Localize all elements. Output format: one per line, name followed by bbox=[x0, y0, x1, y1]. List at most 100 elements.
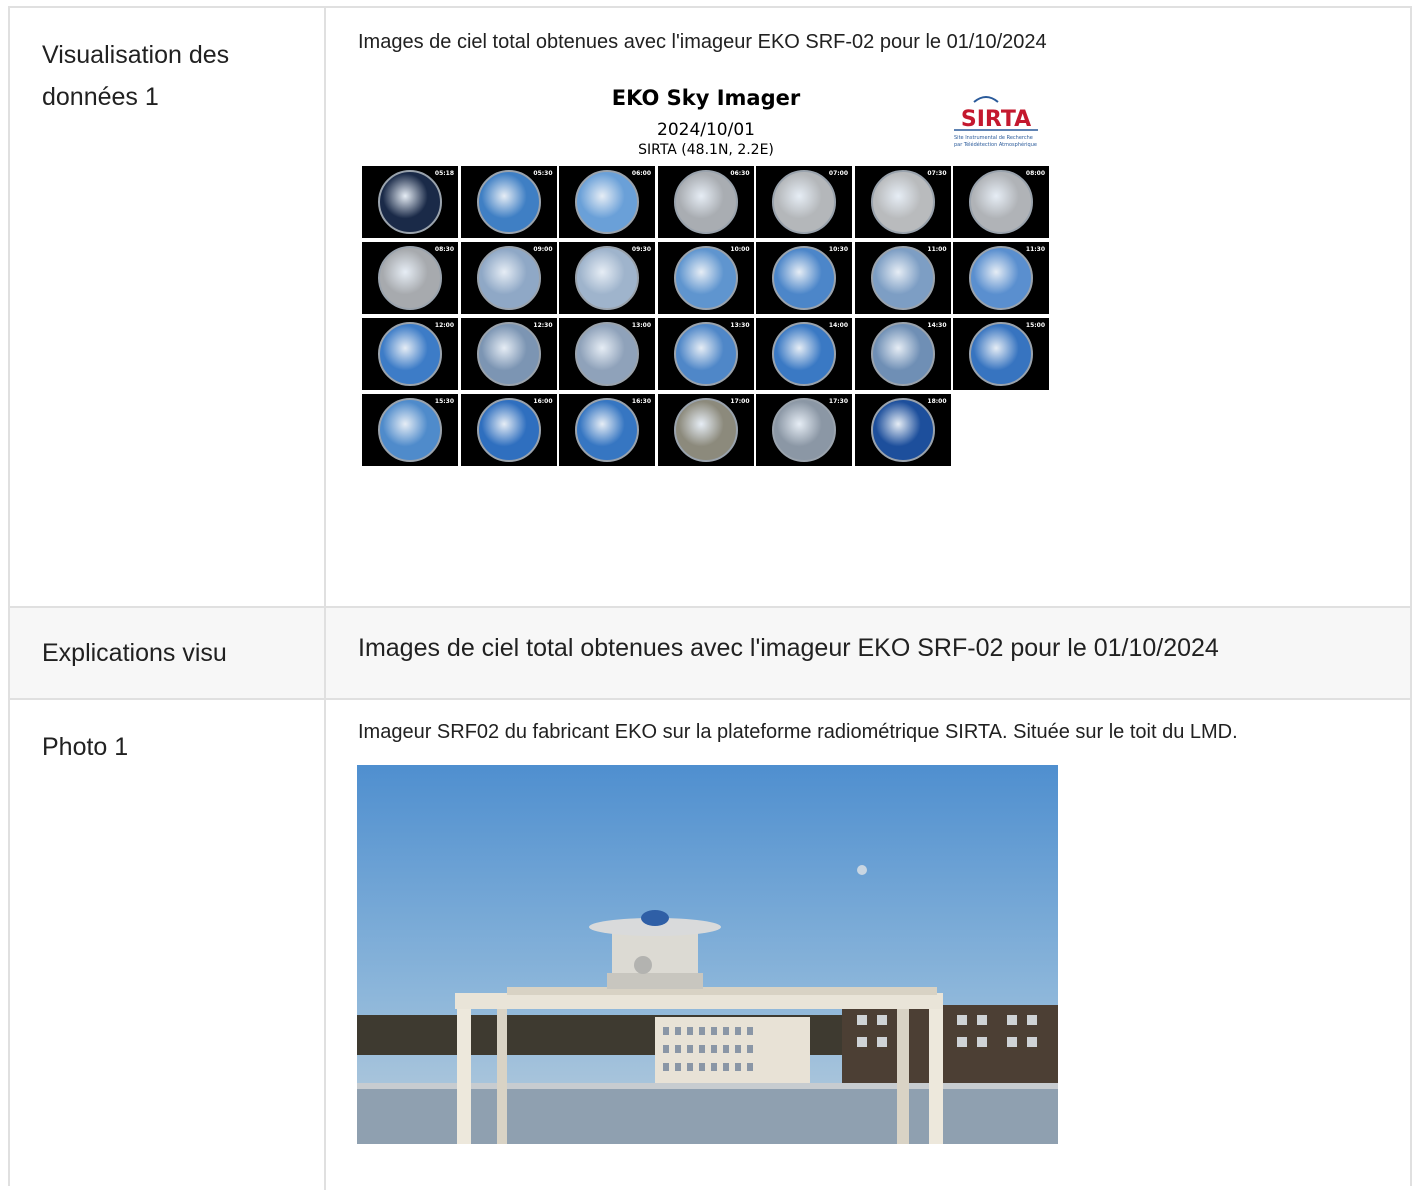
all-sky-image bbox=[772, 322, 836, 386]
tile-time-label: 13:00 bbox=[631, 322, 651, 329]
all-sky-image bbox=[378, 246, 442, 310]
all-sky-image bbox=[870, 246, 935, 310]
all-sky-image bbox=[772, 246, 836, 310]
all-sky-image bbox=[673, 246, 738, 310]
tile-time-label: 06:00 bbox=[631, 170, 651, 177]
all-sky-image bbox=[772, 170, 836, 234]
tile-time-label: 07:30 bbox=[927, 170, 947, 177]
all-sky-image bbox=[476, 246, 541, 310]
sky-image-tile[interactable]: 08:30 bbox=[362, 242, 458, 314]
sky-image-tile[interactable]: 07:00 bbox=[756, 166, 852, 238]
all-sky-image bbox=[969, 246, 1033, 310]
tile-time-label: 16:00 bbox=[533, 398, 553, 405]
tile-time-label: 15:00 bbox=[1025, 322, 1045, 329]
tile-time-label: 10:30 bbox=[828, 246, 848, 253]
sky-image-tile[interactable]: 13:30 bbox=[657, 318, 754, 390]
tile-time-label: 14:00 bbox=[828, 322, 848, 329]
sky-image-tile[interactable]: 08:00 bbox=[953, 166, 1049, 238]
tile-time-label: 08:30 bbox=[434, 246, 454, 253]
all-sky-image bbox=[476, 398, 541, 462]
tile-time-label: 18:00 bbox=[927, 398, 947, 405]
svg-text:Site Instrumental de Recherche: Site Instrumental de Recherche bbox=[954, 135, 1033, 141]
sky-image-tile[interactable]: 12:30 bbox=[460, 318, 557, 390]
sky-image-tile[interactable]: 09:30 bbox=[559, 242, 655, 314]
sky-image-tile[interactable]: 06:30 bbox=[657, 166, 754, 238]
tile-time-label: 05:18 bbox=[434, 170, 454, 177]
all-sky-image bbox=[575, 170, 639, 234]
all-sky-image bbox=[673, 398, 738, 462]
row-value: Images de ciel total obtenues avec l'ima… bbox=[326, 8, 1410, 606]
all-sky-image bbox=[673, 170, 738, 234]
sky-image-tile[interactable]: 10:30 bbox=[756, 242, 852, 314]
all-sky-image bbox=[378, 170, 442, 234]
sky-image-tile[interactable]: 13:00 bbox=[559, 318, 655, 390]
sky-image-tile[interactable]: 12:00 bbox=[362, 318, 458, 390]
tile-time-label: 09:00 bbox=[533, 246, 553, 253]
tile-time-label: 12:30 bbox=[533, 322, 553, 329]
sky-image-tile[interactable]: 10:00 bbox=[657, 242, 754, 314]
all-sky-image bbox=[575, 398, 639, 462]
sky-image-tile[interactable]: 05:18 bbox=[362, 166, 458, 238]
sky-image-tile[interactable]: 11:30 bbox=[953, 242, 1049, 314]
all-sky-image bbox=[378, 322, 442, 386]
all-sky-image bbox=[772, 398, 836, 462]
tile-time-label: 09:30 bbox=[631, 246, 651, 253]
all-sky-image bbox=[476, 170, 541, 234]
tile-time-label: 11:00 bbox=[927, 246, 947, 253]
tile-time-label: 10:00 bbox=[730, 246, 750, 253]
image-caption: Images de ciel total obtenues avec l'ima… bbox=[358, 31, 1047, 53]
sky-image-tile[interactable]: 09:00 bbox=[460, 242, 557, 314]
tile-time-label: 16:30 bbox=[631, 398, 651, 405]
all-sky-image bbox=[870, 398, 935, 462]
sky-image-tile[interactable]: 06:00 bbox=[559, 166, 655, 238]
sky-image-tile[interactable]: 18:00 bbox=[854, 394, 951, 466]
table-row-visualisation: Visualisation des données 1 Images de ci… bbox=[10, 8, 1410, 608]
tile-time-label: 15:30 bbox=[434, 398, 454, 405]
row-value: Images de ciel total obtenues avec l'ima… bbox=[326, 608, 1410, 698]
sky-image-tile[interactable]: 15:30 bbox=[362, 394, 458, 466]
sky-image-tile[interactable]: 16:00 bbox=[460, 394, 557, 466]
sky-image-tile[interactable]: 07:30 bbox=[854, 166, 951, 238]
svg-text:SIRTA: SIRTA bbox=[961, 107, 1031, 132]
photo-caption: Imageur SRF02 du fabricant EKO sur la pl… bbox=[358, 721, 1238, 743]
tile-time-label: 06:30 bbox=[730, 170, 750, 177]
tile-time-label: 12:00 bbox=[434, 322, 454, 329]
tile-time-label: 17:30 bbox=[828, 398, 848, 405]
tile-time-label: 13:30 bbox=[730, 322, 750, 329]
row-value: Imageur SRF02 du fabricant EKO sur la pl… bbox=[326, 700, 1410, 1190]
all-sky-image bbox=[969, 322, 1033, 386]
all-sky-image bbox=[870, 322, 935, 386]
sky-image-tile[interactable]: 11:00 bbox=[854, 242, 951, 314]
svg-text:par Télédétection Atmosphériqu: par Télédétection Atmosphérique bbox=[954, 141, 1037, 148]
sky-image-tile[interactable]: 14:30 bbox=[854, 318, 951, 390]
row-label: Visualisation des données 1 bbox=[10, 8, 326, 606]
tile-time-label: 05:30 bbox=[533, 170, 553, 177]
row-label: Explications visu bbox=[10, 608, 326, 698]
tile-time-label: 17:00 bbox=[730, 398, 750, 405]
table-row-photo: Photo 1 Imageur SRF02 du fabricant EKO s… bbox=[10, 700, 1410, 1190]
all-sky-image bbox=[476, 322, 541, 386]
row-label: Photo 1 bbox=[10, 700, 326, 1190]
sky-image-tile[interactable]: 05:30 bbox=[460, 166, 557, 238]
tile-time-label: 07:00 bbox=[828, 170, 848, 177]
sky-image-tile[interactable]: 17:00 bbox=[657, 394, 754, 466]
all-sky-image bbox=[575, 322, 639, 386]
all-sky-image bbox=[673, 322, 738, 386]
sky-image-tile[interactable]: 14:00 bbox=[756, 318, 852, 390]
sirta-logo: SIRTA Site Instrumental de Recherche par… bbox=[954, 96, 1038, 148]
sky-image-tile[interactable]: 16:30 bbox=[559, 394, 655, 466]
explanation-text: Images de ciel total obtenues avec l'ima… bbox=[358, 634, 1219, 662]
all-sky-image bbox=[378, 398, 442, 462]
sky-image-tile[interactable]: 17:30 bbox=[756, 394, 852, 466]
all-sky-image bbox=[870, 170, 935, 234]
data-table: Visualisation des données 1 Images de ci… bbox=[8, 6, 1412, 1190]
sky-image-tile[interactable]: 15:00 bbox=[953, 318, 1049, 390]
tile-time-label: 14:30 bbox=[927, 322, 947, 329]
tile-time-label: 08:00 bbox=[1025, 170, 1045, 177]
all-sky-image bbox=[575, 246, 639, 310]
sky-imager-photo[interactable] bbox=[357, 765, 1058, 1144]
table-row-explications: Explications visu Images de ciel total o… bbox=[10, 608, 1410, 700]
tile-time-label: 11:30 bbox=[1025, 246, 1045, 253]
eko-sky-imager-figure[interactable]: EKO Sky Imager 2024/10/01 SIRTA (48.1N, … bbox=[356, 82, 1056, 474]
all-sky-image bbox=[969, 170, 1033, 234]
